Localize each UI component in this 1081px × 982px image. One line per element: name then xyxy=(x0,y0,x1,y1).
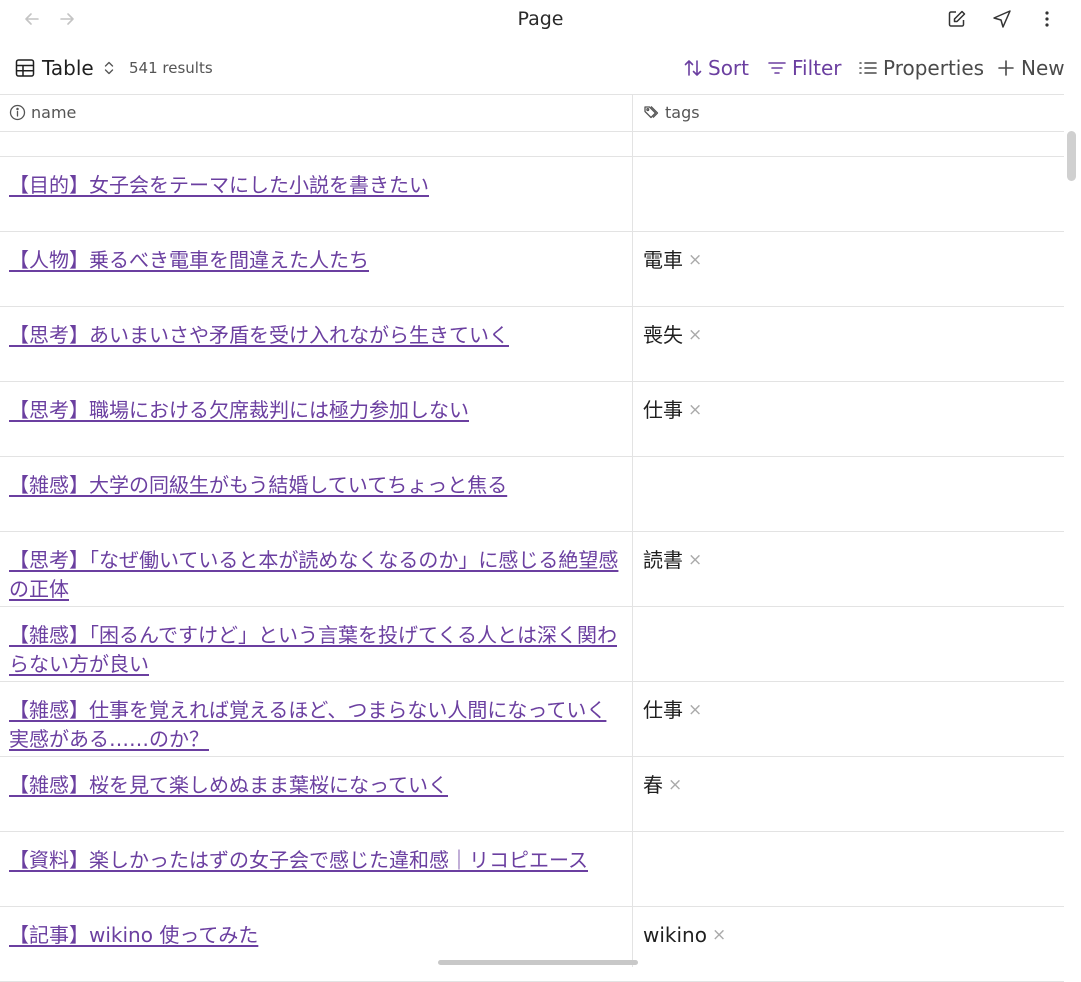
row-title-link[interactable]: 【雑感】大学の同級生がもう結婚していてちょっと焦る xyxy=(9,473,507,497)
more-vertical-icon[interactable] xyxy=(1036,8,1058,30)
tag-label: 電車 xyxy=(643,248,683,272)
remove-tag-icon[interactable]: × xyxy=(688,696,702,725)
table-row: 【雑感】仕事を覚えれば覚えるほど、つまらない人間になっていく実感がある……のか？… xyxy=(0,682,1064,757)
row-title-link[interactable]: 【雑感】「困るんですけど」という言葉を投げてくる人とは深く関わらない方が良い xyxy=(9,623,617,676)
table-row: 【人物】乗るべき電車を間違えた人たち 電車 × xyxy=(0,232,1064,307)
tag-chip: 仕事 × xyxy=(643,396,702,425)
row-title-link[interactable]: 【雑感】桜を見て楽しめぬまま葉桜になっていく xyxy=(9,773,448,797)
sort-icon xyxy=(684,60,702,76)
new-label: New xyxy=(1021,56,1065,80)
table-icon xyxy=(14,57,36,79)
column-header-name[interactable]: name xyxy=(9,103,76,122)
column-label-name: name xyxy=(31,103,77,122)
filter-icon xyxy=(768,62,786,74)
row-title-link[interactable]: 【資料】楽しかったはずの女子会で感じた違和感｜リコピエース xyxy=(9,848,588,872)
tag-chip: 春 × xyxy=(643,771,682,800)
tag-label: 春 xyxy=(643,773,663,797)
tag-chip: 電車 × xyxy=(643,246,702,275)
column-label-tags: tags xyxy=(665,103,700,122)
tag-label: 仕事 xyxy=(643,398,683,422)
properties-button[interactable]: Properties xyxy=(857,56,984,80)
remove-tag-icon[interactable]: × xyxy=(688,546,702,575)
row-title-link[interactable]: 【目的】女子会をテーマにした小説を書きたい xyxy=(9,173,429,197)
send-icon[interactable] xyxy=(991,8,1013,30)
table-row: 【雑感】桜を見て楽しめぬまま葉桜になっていく 春 × xyxy=(0,757,1064,832)
table-body: 【目的】女子会をテーマにした小説を書きたい 【人物】乗るべき電車を間違えた人たち… xyxy=(0,131,1064,982)
row-title-link[interactable]: 【記事】wikino 使ってみた xyxy=(9,923,258,947)
filter-label: Filter xyxy=(792,56,842,80)
remove-tag-icon[interactable]: × xyxy=(712,921,726,950)
table-row: 【雑感】「困るんですけど」という言葉を投げてくる人とは深く関わらない方が良い xyxy=(0,607,1064,682)
table-row: 【思考】職場における欠席裁判には極力参加しない 仕事 × xyxy=(0,382,1064,457)
tag-label: 仕事 xyxy=(643,698,683,722)
title-bar: Page xyxy=(0,0,1081,40)
filter-button[interactable]: Filter xyxy=(766,56,842,80)
tag-chip: wikino × xyxy=(643,921,726,950)
view-switcher[interactable]: Table xyxy=(14,56,116,80)
list-icon xyxy=(859,62,877,74)
edit-icon[interactable] xyxy=(946,8,968,30)
results-count: 541 results xyxy=(129,59,213,77)
chevron-up-down-icon xyxy=(94,59,116,77)
page-title: Page xyxy=(517,8,564,30)
table-row: 【思考】あいまいさや矛盾を受け入れながら生きていく 喪失 × xyxy=(0,307,1064,382)
table-row-empty xyxy=(0,131,1064,157)
row-title-link[interactable]: 【人物】乗るべき電車を間違えた人たち xyxy=(9,248,369,272)
table-row: 【資料】楽しかったはずの女子会で感じた違和感｜リコピエース xyxy=(0,832,1064,907)
info-icon xyxy=(9,104,26,121)
tag-chip: 喪失 × xyxy=(643,321,702,350)
column-header-tags[interactable]: tags xyxy=(643,103,700,122)
table-row: 【記事】wikino 使ってみた wikino × xyxy=(0,907,1064,982)
row-title-link[interactable]: 【思考】「なぜ働いていると本が読めなくなるのか」に感じる絶望感の正体 xyxy=(9,548,618,601)
remove-tag-icon[interactable]: × xyxy=(668,771,682,800)
view-label: Table xyxy=(42,56,94,80)
properties-label: Properties xyxy=(883,56,985,80)
tag-chip: 読書 × xyxy=(643,546,702,575)
vertical-scrollbar[interactable] xyxy=(1067,131,1076,181)
table-header: name tags xyxy=(0,94,1064,132)
plus-icon xyxy=(998,60,1014,76)
row-title-link[interactable]: 【思考】職場における欠席裁判には極力参加しない xyxy=(9,398,469,422)
row-title-link[interactable]: 【思考】あいまいさや矛盾を受け入れながら生きていく xyxy=(9,323,509,347)
sort-label: Sort xyxy=(708,56,749,80)
tags-icon xyxy=(644,106,659,119)
tag-label: 喪失 xyxy=(643,323,683,347)
remove-tag-icon[interactable]: × xyxy=(688,396,702,425)
row-title-link[interactable]: 【雑感】仕事を覚えれば覚えるほど、つまらない人間になっていく実感がある……のか？ xyxy=(9,698,606,751)
tag-label: wikino xyxy=(643,923,707,947)
view-toolbar: Table 541 results Sort Filter Properties… xyxy=(0,48,1081,88)
table-row: 【雑感】大学の同級生がもう結婚していてちょっと焦る xyxy=(0,457,1064,532)
table-row: 【目的】女子会をテーマにした小説を書きたい xyxy=(0,157,1064,232)
remove-tag-icon[interactable]: × xyxy=(688,246,702,275)
new-button[interactable]: New xyxy=(995,56,1065,80)
horizontal-scrollbar[interactable] xyxy=(438,960,638,965)
remove-tag-icon[interactable]: × xyxy=(688,321,702,350)
table-row: 【思考】「なぜ働いていると本が読めなくなるのか」に感じる絶望感の正体 読書 × xyxy=(0,532,1064,607)
tag-chip: 仕事 × xyxy=(643,696,702,725)
sort-button[interactable]: Sort xyxy=(682,56,749,80)
tag-label: 読書 xyxy=(643,548,683,572)
